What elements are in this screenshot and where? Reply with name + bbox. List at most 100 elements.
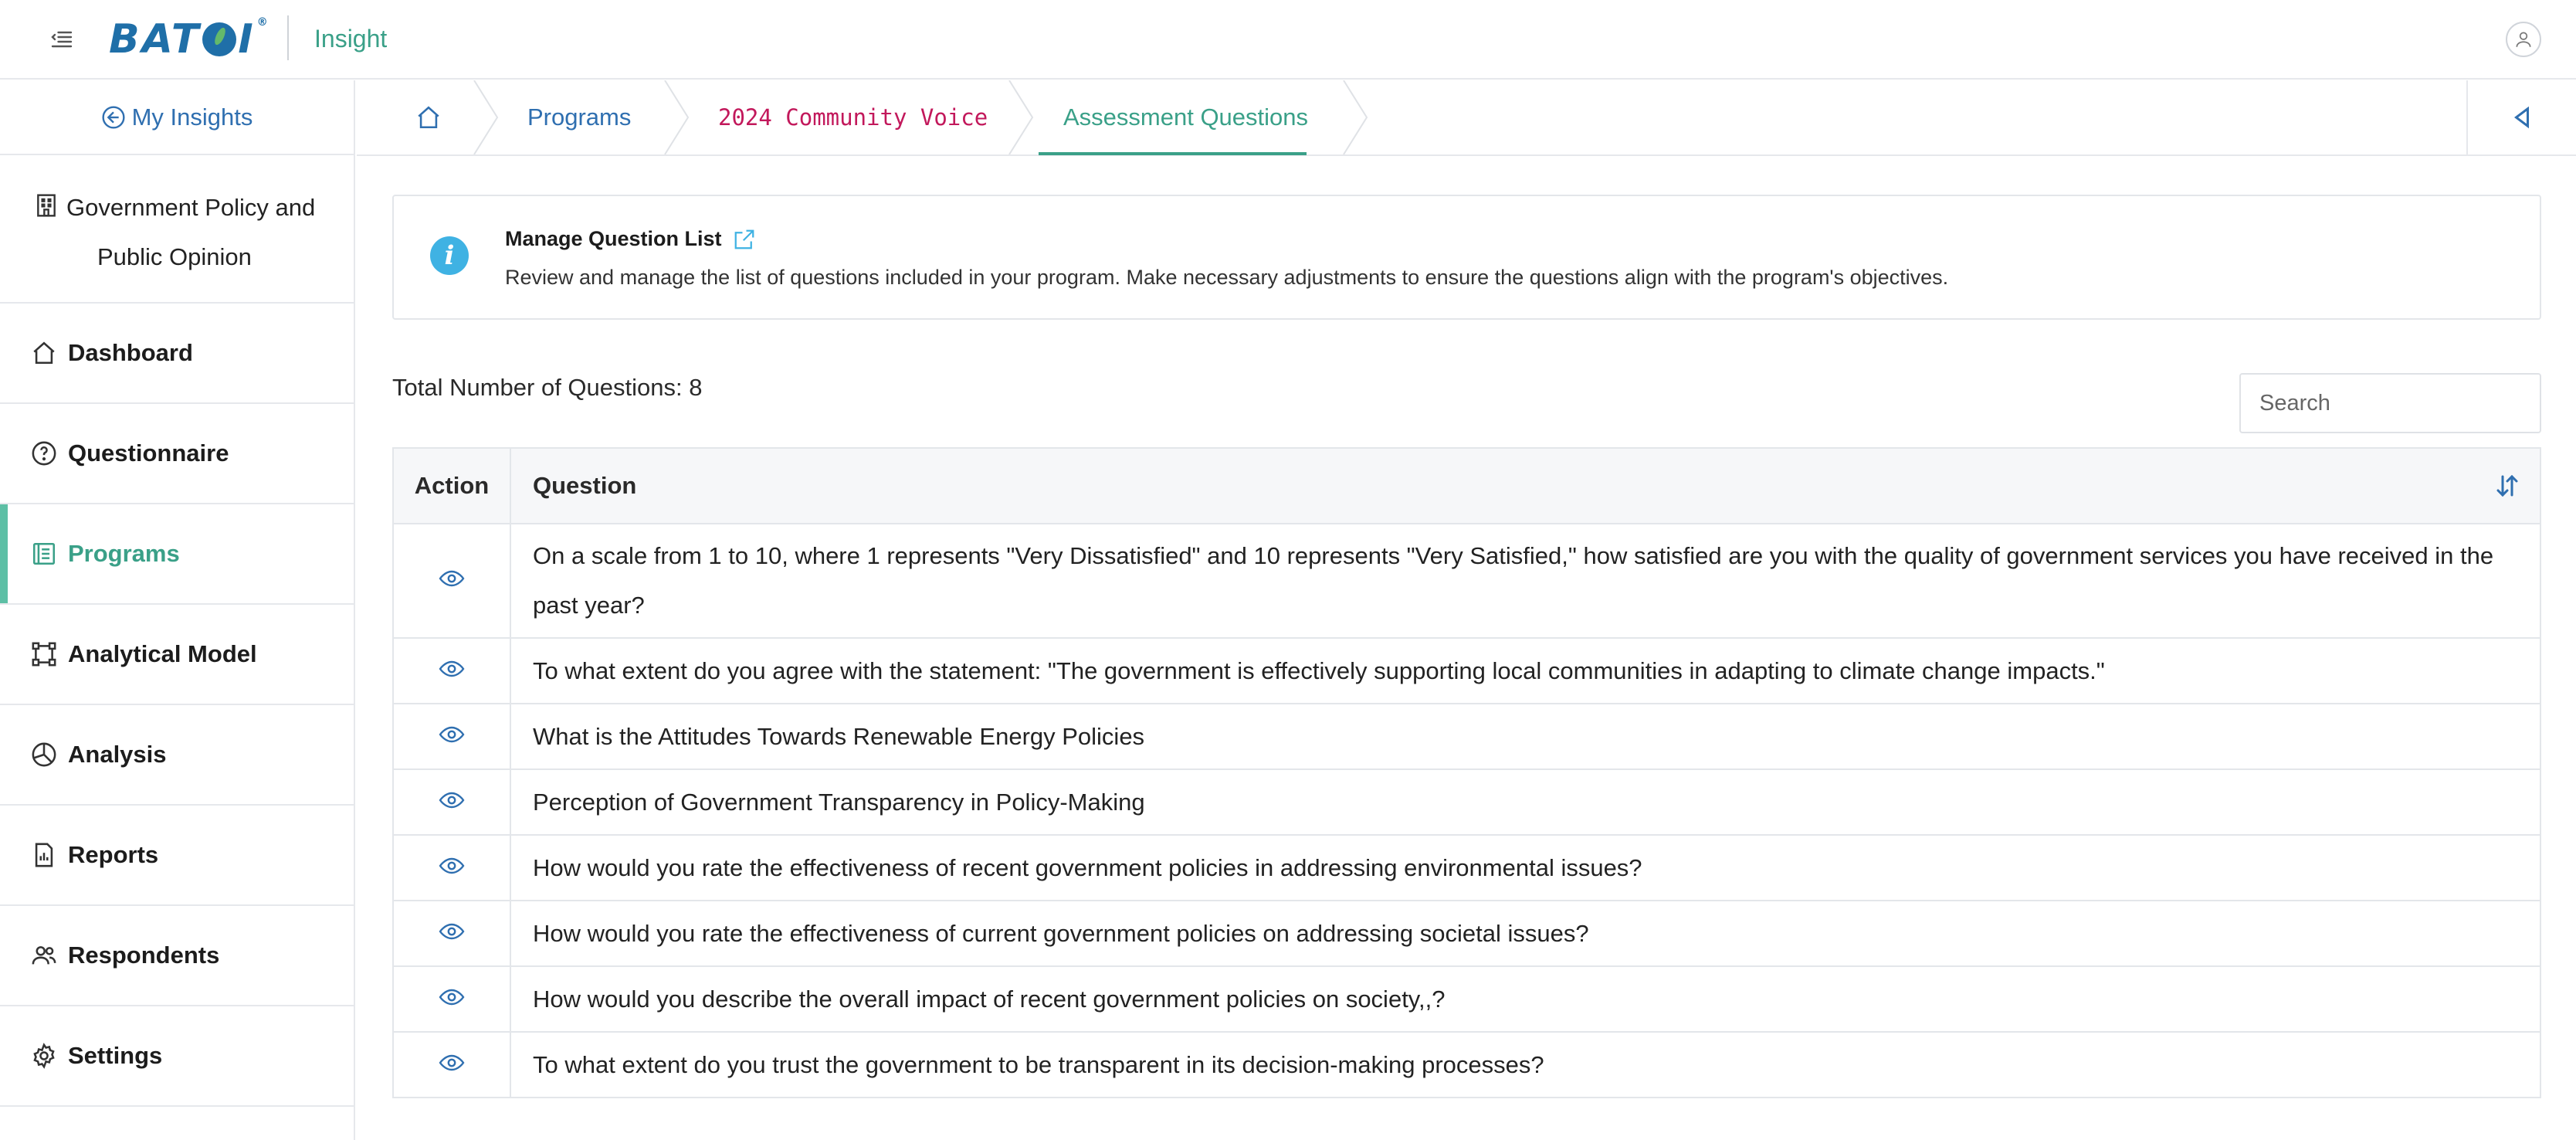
logo-o-mark [202,22,237,56]
user-icon [2516,32,2531,47]
registered-mark: ® [256,16,270,29]
sort-icon[interactable] [2493,472,2521,500]
gear-icon [33,1043,55,1069]
building-icon [37,194,56,217]
action-cell [392,900,511,967]
view-eye-icon[interactable] [436,719,467,750]
logo-text: BAT [109,16,202,63]
logo-text-end: I [238,16,256,63]
my-insights-label: My Insights [131,103,253,131]
report-icon [35,843,53,867]
question-cell: To what extent do you agree with the sta… [510,637,2541,704]
sidebar: My Insights Government Policy and Public… [0,80,355,1140]
action-cell [392,523,511,639]
view-eye-icon[interactable] [436,563,467,594]
info-title: Manage Question List [505,227,756,251]
question-cell: How would you rate the effectiveness of … [510,900,2541,967]
table-row: What is the Attitudes Towards Renewable … [392,703,2541,770]
action-cell [392,834,511,901]
breadcrumb-separator [663,80,691,155]
question-cell: How would you rate the effectiveness of … [510,834,2541,901]
sidebar-item-label: Dashboard [68,339,193,366]
question-cell: To what extent do you trust the governme… [510,1031,2541,1098]
question-cell: How would you describe the overall impac… [510,965,2541,1033]
sidebar-item-label: Questionnaire [68,439,229,467]
collapse-panel-button[interactable] [2466,80,2576,154]
info-description: Review and manage the list of questions … [505,266,1949,289]
org-name-line2: Public Opinion [97,243,252,270]
batoi-logo[interactable]: BAT I ® [109,16,270,63]
sidebar-item-settings[interactable]: Settings [0,1006,354,1107]
question-cell: What is the Attitudes Towards Renewable … [510,703,2541,770]
breadcrumb-separator [1008,80,1035,155]
sidebar-item-label: Reports [68,841,159,868]
info-title-text: Manage Question List [505,227,722,250]
top-bar: BAT I ® Insight [0,0,2576,80]
user-avatar-button[interactable] [2506,22,2541,57]
action-cell [392,1031,511,1098]
action-cell [392,703,511,770]
sidebar-item-analysis[interactable]: Analysis [0,705,354,806]
info-icon: i [430,236,469,275]
back-arrow-circle-icon [102,105,125,129]
breadcrumb-current[interactable]: Assessment Questions [1063,80,1308,154]
external-link-icon[interactable] [733,228,756,251]
sidebar-item-dashboard[interactable]: Dashboard [0,304,354,404]
question-circle-icon [32,441,56,466]
view-eye-icon[interactable] [436,1047,467,1078]
pie-chart-icon [32,742,56,767]
total-questions-count: Total Number of Questions: 8 [392,374,703,401]
home-icon [33,341,55,365]
action-cell [392,637,511,704]
sidebar-item-label: Analytical Model [68,640,257,667]
table-row: How would you rate the effectiveness of … [392,900,2541,967]
people-icon [32,946,56,965]
breadcrumb-program-name[interactable]: 2024 Community Voice [718,80,988,154]
breadcrumb: Programs 2024 Community Voice Assessment… [357,80,2576,156]
sidebar-item-respondents[interactable]: Respondents [0,906,354,1006]
view-eye-icon[interactable] [436,982,467,1013]
table-row: To what extent do you trust the governme… [392,1031,2541,1098]
column-header-action: Action [392,447,511,524]
view-eye-icon[interactable] [436,916,467,947]
sidebar-item-label: Programs [68,540,180,567]
view-eye-icon[interactable] [436,850,467,881]
menu-collapse-icon[interactable] [48,25,76,53]
breadcrumb-separator [1342,80,1370,155]
info-panel: i Manage Question List Review and manage… [392,195,2541,320]
table-header-row: Action Question [392,447,2541,524]
table-row: On a scale from 1 to 10, where 1 represe… [392,523,2541,639]
nodes-icon [32,642,56,667]
column-header-question[interactable]: Question [510,447,2541,524]
view-eye-icon[interactable] [436,785,467,816]
action-cell [392,965,511,1033]
search-input[interactable] [2239,373,2541,433]
breadcrumb-programs[interactable]: Programs [527,80,631,154]
view-eye-icon[interactable] [436,653,467,684]
table-row: To what extent do you agree with the sta… [392,637,2541,704]
breadcrumb-separator [473,80,500,155]
action-cell [392,768,511,836]
sidebar-item-questionnaire[interactable]: Questionnaire [0,404,354,504]
my-insights-link[interactable]: My Insights [0,80,354,155]
sidebar-item-programs[interactable]: Programs [0,504,354,605]
questions-table: Action Question On a scale from 1 to 10,… [392,447,2541,1098]
document-list-icon [32,542,56,565]
brand-name: Insight [314,25,388,53]
table-row: Perception of Government Transparency in… [392,768,2541,836]
home-icon [418,106,439,129]
sidebar-item-label: Settings [68,1042,163,1069]
sidebar-item-analytical-model[interactable]: Analytical Model [0,605,354,705]
breadcrumb-home[interactable] [415,80,442,154]
sidebar-item-reports[interactable]: Reports [0,806,354,906]
question-cell: Perception of Government Transparency in… [510,768,2541,836]
sidebar-item-label: Respondents [68,942,220,969]
active-crumb-underline [1039,152,1307,155]
caret-left-icon [2514,106,2529,129]
organization-name: Government Policy and Public Opinion [0,155,354,304]
org-name-line1: Government Policy and [66,194,316,221]
column-header-question-label: Question [533,472,637,499]
table-row: How would you describe the overall impac… [392,965,2541,1033]
sidebar-item-label: Analysis [68,741,167,768]
question-cell: On a scale from 1 to 10, where 1 represe… [510,523,2541,639]
